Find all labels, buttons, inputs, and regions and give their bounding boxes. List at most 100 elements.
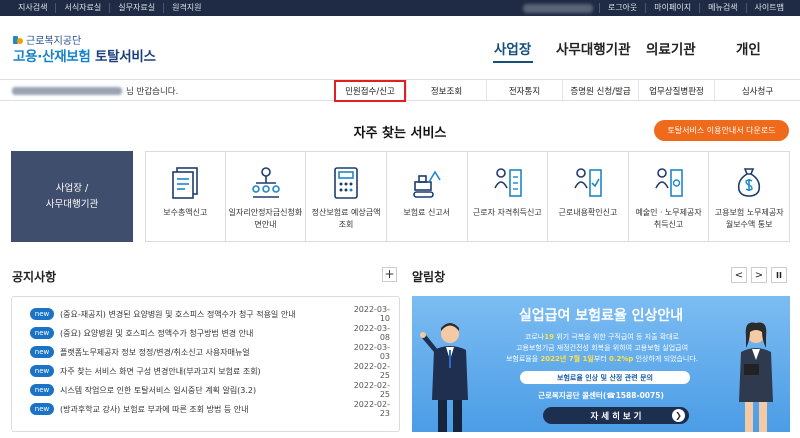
notice-text: (방과후학교 강사) 보험료 부과에 따른 조회 방법 등 안내 [60,404,249,414]
notice-date: 2022-02-25 [353,362,390,380]
main-nav-medical[interactable]: 의료기관 [646,38,696,58]
sub-nav-disease-judgment[interactable]: 업무상질병판정 [638,80,714,102]
service-label: 근로내용확인신고 [558,208,618,217]
side-panel-line2: 사무대행기관 [45,198,99,210]
alarm-next-button[interactable]: > [751,267,767,283]
notice-item[interactable]: new 플랫폼노무제공자 정보 정정/변경/취소신고 사용자매뉴얼 2022-0… [30,343,390,361]
utility-links-left: 지사검색 서식자료실 실무자료실 원격지원 [10,3,210,13]
excavator-icon [413,170,441,198]
utility-link-practice[interactable]: 실무자료실 [110,3,165,13]
service-artist-acquisition[interactable]: 예술인ㆍ노무제공자 취득신고 [628,151,710,242]
new-badge: new [30,308,54,320]
worker-confirm-icon [574,168,602,197]
banner-detail-button[interactable]: 자 세 히 보 기 ❯ [543,407,689,424]
utility-link-forms[interactable]: 서식자료실 [56,3,111,13]
banner-text-fragment: 위기 극복을 위한 구직급여 등 지출 확대로 [554,333,680,341]
businesswoman-illustration [739,322,773,432]
document-list-icon [172,167,198,199]
new-badge: new [30,346,54,358]
service-label: 보수총액신고 [163,208,208,217]
utility-links-right: 로그아웃 마이페이지 메뉴검색 사이트맵 [522,3,792,13]
notice-item[interactable]: new 시스템 작업으로 인한 토탈서비스 일시중단 계획 알림(3.2) 20… [30,381,390,399]
sub-nav-review-request[interactable]: 심사청구 [714,80,800,102]
alarm-title: 알림창 [412,270,446,284]
notice-item[interactable]: new 자주 찾는 서비스 화면 구성 변경안내(부과고지 보험료 조회) 20… [30,362,390,380]
artist-register-icon [655,168,683,197]
mypage-link[interactable]: 마이페이지 [645,3,699,13]
new-badge: new [30,384,54,396]
main-nav-active-underline [493,61,533,63]
notice-item[interactable]: new (방과후학교 강사) 보험료 부과에 따른 조회 방법 등 안내 202… [30,400,390,418]
notice-text: 시스템 작업으로 인한 토탈서비스 일시중단 계획 알림(3.2) [60,385,257,395]
notice-text: 플랫폼노무제공자 정보 정정/변경/취소신고 사용자매뉴얼 [60,347,250,357]
guide-download-button[interactable]: 토탈서비스 이용안내서 다운로드 [654,120,789,141]
org-chart-icon [251,167,280,198]
banner-text-fragment: 보험료율을 [505,355,541,363]
service-worker-acquisition[interactable]: 근로자 자격취득신고 [467,151,549,242]
service-label: 정산보험료 예상금액 조회 [311,208,381,229]
notice-text: (중요-재공지) 변경된 요양병원 및 호스피스 정액수가 청구 적용일 안내 [60,309,296,319]
notice-title: 공지사항 [12,270,57,284]
notice-date: 2022-02-23 [353,400,390,418]
money-bag-icon [738,168,761,197]
main-nav: 사업장 사무대행기관 의료기관 개인 [0,38,800,63]
sitemap-link[interactable]: 사이트맵 [745,3,792,13]
main-nav-workplace[interactable]: 사업장 [494,38,531,58]
service-label: 근로자 자격취득신고 [472,208,542,217]
banner-inquiry-pill: 보험료율 인상 및 산정 관련 문의 [520,371,690,384]
notice-date: 2022-03-10 [353,305,390,323]
user-name-redacted [522,3,593,13]
businessman-illustration [420,323,468,432]
welcome-message: 님 반갑습니다. [12,85,178,97]
banner-text-line3: 보험료율을 2022년 7월 1일부터 0.2%p 인상하게 되었습니다. [482,354,722,364]
notice-text: (중요) 요양병원 및 호스피스 정액수가 청구방법 변경 안내 [60,328,254,338]
service-premium-estimate[interactable]: 정산보험료 예상금액 조회 [306,151,387,242]
banner-highlight-rate: 0.2%p [608,355,634,363]
service-label: 보험료 신고서 [403,208,451,217]
alarm-pause-button[interactable]: II [771,267,787,283]
alarm-banner[interactable]: 실업급여 보험료율 인상안내 코로나19 위기 극복을 위한 구직급여 등 지출… [412,296,790,432]
notice-list: new (중요-재공지) 변경된 요양병원 및 호스피스 정액수가 청구 적용일… [11,296,400,432]
chevron-right-icon: ❯ [672,409,685,422]
banner-highlight-date: 2022년 7월 1일 [540,355,594,363]
banner-title: 실업급여 보험료율 인상안내 [518,308,684,324]
service-payroll-report[interactable]: 보수총액신고 [145,151,226,242]
banner-text-fragment: 코로나 [524,333,545,341]
sub-nav-certificate[interactable]: 증명원 신청/발급 [562,80,638,102]
calculator-icon [334,167,359,199]
utility-link-branch-search[interactable]: 지사검색 [10,3,57,13]
main-nav-agency[interactable]: 사무대행기관 [556,38,631,58]
utility-link-remote-support[interactable]: 원격지원 [164,3,209,13]
banner-text-fragment: 부터 [593,355,609,363]
new-badge: new [30,327,54,339]
service-job-stability[interactable]: 일자리안정자금신청화면안내 [225,151,307,242]
sub-nav-bar: 님 반갑습니다. 민원접수/신고 정보조회 전자통지 증명원 신청/발급 업무상… [0,79,800,102]
new-badge: new [30,365,54,377]
frequent-services-grid: 보수총액신고 일자리안정자금신청화면안내 정산보험료 예상금액 조회 보험료 신… [145,151,790,242]
notice-item[interactable]: new (중요-재공지) 변경된 요양병원 및 호스피스 정액수가 청구 적용일… [30,305,390,323]
welcome-user-redacted [12,87,122,95]
service-premium-report[interactable]: 보험료 신고서 [386,151,468,242]
notice-date: 2022-02-25 [353,381,390,399]
workplace-agency-panel[interactable]: 사업장 / 사무대행기관 [11,151,133,242]
banner-text-line1: 코로나19 위기 극복을 위한 구직급여 등 지출 확대로 [482,332,722,342]
top-utility-bar: 지사검색 서식자료실 실무자료실 원격지원 로그아웃 마이페이지 메뉴검색 사이… [0,0,800,16]
notice-more-button[interactable]: + [382,267,397,282]
sub-nav-civil-report[interactable]: 민원접수/신고 [334,80,406,102]
banner-text-fragment: 인상하게 되었습니다. [633,355,699,363]
sub-nav-info-query[interactable]: 정보조회 [406,80,486,102]
sub-nav-e-notice[interactable]: 전자통지 [486,80,562,102]
menu-search-link[interactable]: 메뉴검색 [699,3,745,13]
service-work-confirmation[interactable]: 근로내용확인신고 [548,151,629,242]
service-label: 예술인ㆍ노무제공자 취득신고 [635,208,702,229]
main-nav-personal[interactable]: 개인 [736,38,761,58]
banner-contact: 근로복지공단 콜센터(☎1588-0075) [538,391,664,400]
logout-link[interactable]: 로그아웃 [598,3,645,13]
service-monthly-pay-notice[interactable]: 고용보험 노무제공자 월보수액 통보 [709,151,790,242]
notice-item[interactable]: new (중요) 요양병원 및 호스피스 정액수가 청구방법 변경 안내 202… [30,324,390,342]
service-label: 고용보험 노무제공자 월보수액 통보 [714,208,784,229]
banner-text-line2: 고용보험기금 재정건전성 회복을 위하여 고용보험 실업급여 [515,344,689,352]
alarm-prev-button[interactable]: < [731,267,747,283]
welcome-suffix: 님 반갑습니다. [126,87,179,97]
side-panel-line1: 사업장 / [55,182,89,194]
